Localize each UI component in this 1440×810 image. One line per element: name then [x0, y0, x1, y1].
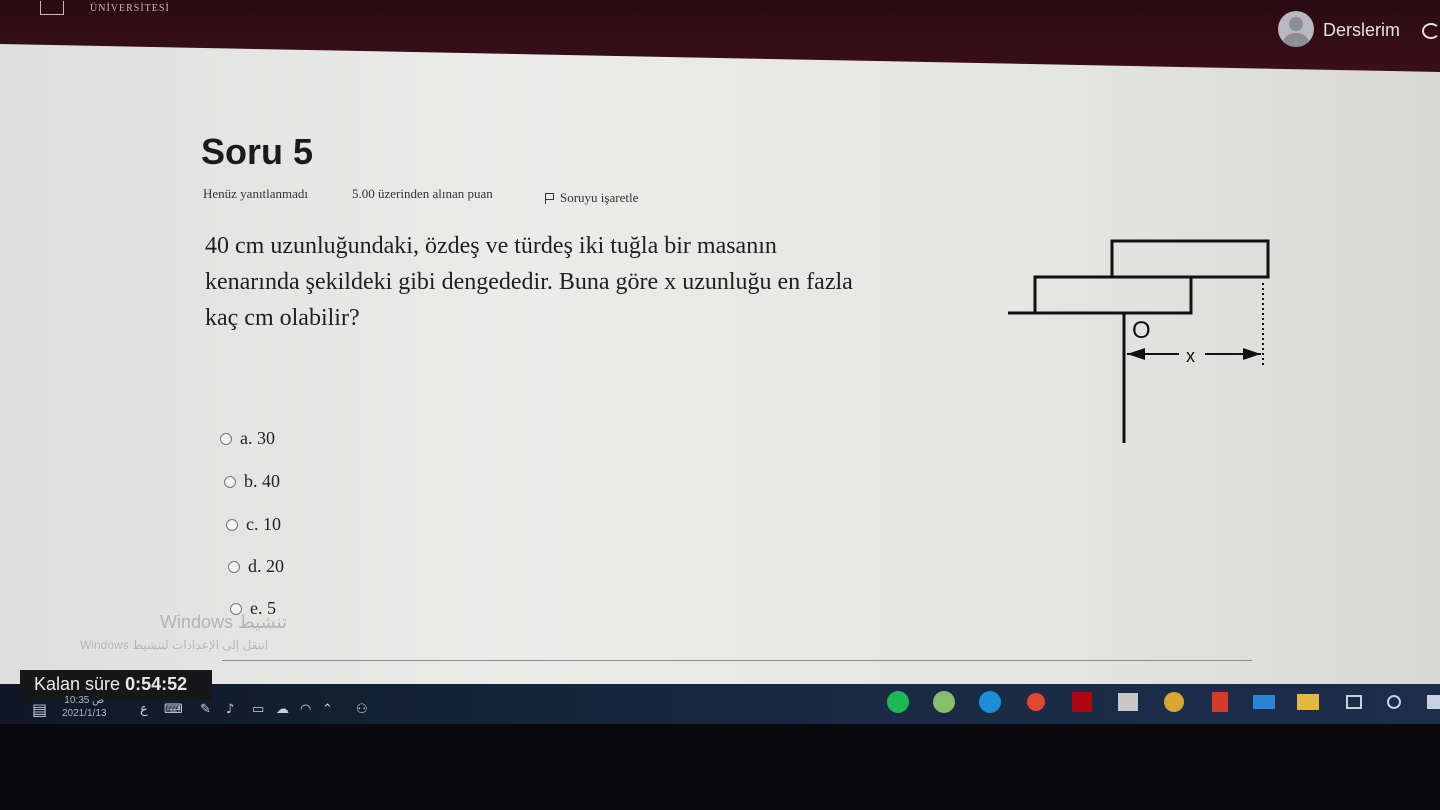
windows-start-icon[interactable] — [1418, 688, 1440, 716]
notification-icon[interactable]: ▤ — [32, 700, 47, 719]
question-text: 40 cm uzunluğundaki, özdeş ve türdeş iki… — [205, 228, 995, 336]
timer-value: 0:54:52 — [125, 674, 188, 694]
quiz-timer: Kalan süre 0:54:52 — [20, 670, 212, 700]
activation-watermark-text: Windows انتقل إلى الإعدادات لتنشيط — [80, 638, 269, 652]
logo-mark — [40, 1, 64, 15]
question-text-line: 40 cm uzunluğundaki, özdeş ve türdeş iki… — [205, 233, 777, 259]
answer-label: b. 40 — [244, 471, 280, 491]
spotify-icon[interactable] — [882, 688, 914, 716]
office-icon[interactable] — [1204, 688, 1236, 716]
top-brick — [1110, 239, 1270, 279]
file-explorer-icon[interactable] — [1292, 688, 1324, 716]
pen-icon[interactable]: ✎ — [200, 702, 211, 717]
task-view-icon[interactable] — [1338, 688, 1370, 716]
question-title: Soru 5 — [201, 131, 314, 172]
divider — [222, 660, 1252, 661]
answer-label: d. 20 — [248, 556, 284, 576]
messages-icon[interactable] — [1422, 23, 1440, 39]
green-app-icon[interactable] — [928, 688, 960, 716]
question-text-line: kenarında şekildeki gibi dengededir. Bun… — [205, 269, 853, 295]
question-grade: 5.00 üzerinden alınan puan — [352, 186, 493, 201]
answer-option-b[interactable]: b. 40 — [224, 471, 280, 492]
mail-icon[interactable] — [1248, 688, 1280, 716]
flag-question-label: Soruyu işaretle — [560, 190, 639, 205]
store-icon[interactable] — [1112, 688, 1144, 716]
chrome-icon[interactable] — [1158, 688, 1190, 716]
flag-icon — [545, 192, 554, 204]
media-player-icon[interactable] — [1020, 688, 1052, 716]
x-arrowhead-left — [1127, 348, 1145, 360]
flag-question-button[interactable]: Soruyu işaretle — [545, 190, 638, 206]
answer-label: c. 10 — [246, 514, 281, 534]
x-arrowhead-right — [1243, 348, 1261, 360]
radio-button[interactable] — [220, 432, 232, 445]
university-logo[interactable]: ÜNİVERSİTESİ — [40, 0, 170, 16]
monitor-bezel — [0, 724, 1440, 810]
netflix-icon[interactable] — [1066, 688, 1098, 716]
activation-watermark-title: Windows تنشيط — [160, 612, 288, 632]
answer-option-a[interactable]: a. 30 — [220, 428, 275, 449]
onedrive-icon[interactable]: ☁ — [276, 702, 289, 717]
battery-icon[interactable]: ▭ — [252, 702, 264, 717]
my-courses-link[interactable]: Derslerim — [1323, 20, 1400, 41]
bricks-figure: O x — [1008, 239, 1270, 443]
search-icon[interactable] — [1378, 688, 1410, 716]
timer-label: Kalan süre — [34, 674, 121, 694]
chevron-up-icon[interactable]: ⌃ — [322, 702, 333, 717]
x-length-label: x — [1186, 346, 1195, 366]
clock-date: 2021/1/13 — [62, 708, 107, 719]
volume-icon[interactable]: ♪ — [226, 702, 234, 717]
keyboard-icon[interactable]: ⌨ — [164, 702, 183, 717]
edge-icon[interactable] — [974, 688, 1006, 716]
input-language-indicator[interactable]: ع — [140, 702, 148, 717]
answer-label: a. 30 — [240, 428, 275, 448]
question-state: Henüz yanıtlanmadı — [203, 186, 309, 201]
wifi-icon[interactable]: ◠ — [300, 702, 311, 717]
question-text-line: kaç cm olabilir? — [205, 305, 360, 331]
user-avatar[interactable] — [1278, 11, 1314, 47]
people-icon[interactable]: ⚇ — [356, 702, 368, 717]
radio-button[interactable] — [226, 518, 238, 531]
radio-button[interactable] — [228, 560, 240, 573]
logo-text: ÜNİVERSİTESİ — [90, 2, 170, 14]
point-o-label: O — [1132, 317, 1151, 344]
answer-option-c[interactable]: c. 10 — [226, 514, 281, 535]
radio-button[interactable] — [224, 475, 236, 488]
taskbar-clock[interactable]: 10:35 ص 2021/1/13 — [62, 694, 107, 720]
answer-option-d[interactable]: d. 20 — [228, 556, 284, 577]
bottom-brick — [1033, 275, 1193, 315]
clock-time: 10:35 ص — [64, 695, 105, 706]
